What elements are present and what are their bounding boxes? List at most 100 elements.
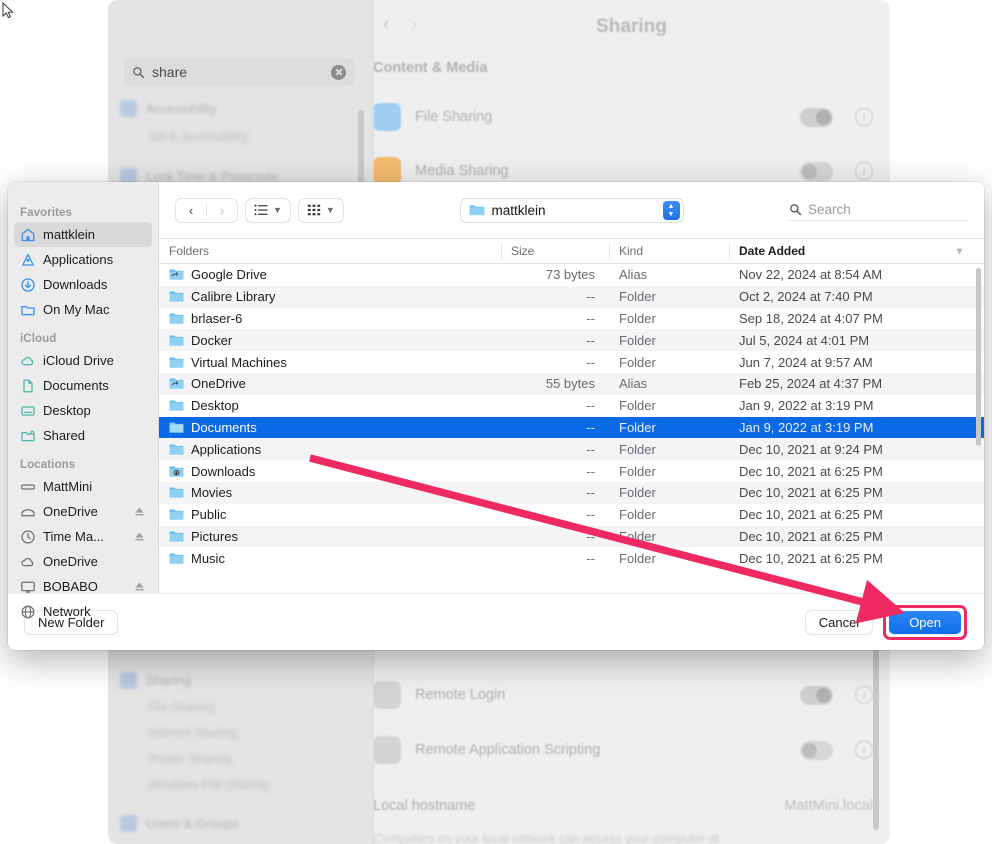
folder-icon <box>169 357 184 368</box>
file-name-cell: Desktop <box>159 398 501 413</box>
drive-icon <box>21 483 35 490</box>
file-name: Documents <box>191 419 257 435</box>
path-stepper-icon[interactable]: ▲ ▼ <box>662 200 680 220</box>
list-view-button[interactable]: ▼ <box>246 198 290 222</box>
settings-sidebar-sub-siri[interactable]: Siri & Accessibility <box>148 130 249 144</box>
remote-login-toggle[interactable] <box>800 685 833 705</box>
table-row[interactable]: OneDrive 55 bytes Alias Feb 25, 2024 at … <box>159 372 984 395</box>
users-groups-icon <box>120 815 137 832</box>
info-icon[interactable]: i <box>855 108 873 126</box>
table-row[interactable]: Calibre Library -- Folder Oct 2, 2024 at… <box>159 285 984 308</box>
table-row[interactable]: Downloads -- Folder Dec 10, 2021 at 6:25… <box>159 460 984 482</box>
path-popup-button[interactable]: mattklein ▲ ▼ <box>460 198 683 222</box>
table-row[interactable]: Virtual Machines -- Folder Jun 7, 2024 a… <box>159 351 984 373</box>
table-row[interactable]: Public -- Folder Dec 10, 2021 at 6:25 PM <box>159 504 984 526</box>
eject-icon[interactable] <box>133 505 146 518</box>
cancel-button[interactable]: Cancel <box>805 610 873 634</box>
media-sharing-toggle[interactable] <box>800 161 833 181</box>
settings-sidebar-item-users-groups[interactable]: Users & Groups <box>120 815 238 832</box>
file-name-cell: brlaser-6 <box>159 311 501 326</box>
back-button[interactable]: ‹ <box>176 199 206 222</box>
settings-sidebar-sub-internet-sharing[interactable]: Internet Sharing <box>148 726 237 740</box>
sidebar-item-time-machine[interactable]: Time Ma... <box>14 524 152 549</box>
eject-icon[interactable] <box>133 530 146 543</box>
cloud-icon <box>21 557 34 566</box>
sidebar-item-on-my-mac[interactable]: On My Mac <box>14 297 152 322</box>
navigation-segmented-control[interactable]: ‹ › <box>176 198 237 222</box>
table-row[interactable]: Desktop -- Folder Jan 9, 2022 at 3:19 PM <box>159 395 984 417</box>
table-row[interactable]: Pictures -- Folder Dec 10, 2021 at 6:25 … <box>159 525 984 548</box>
folder-icon <box>169 291 184 302</box>
sidebar-item-icloud-drive[interactable]: iCloud Drive <box>14 348 152 373</box>
table-row[interactable]: brlaser-6 -- Folder Sep 18, 2024 at 4:07… <box>159 308 984 330</box>
settings-section-heading: Content & Media <box>373 60 488 76</box>
file-size-cell: -- <box>586 550 595 566</box>
table-row[interactable]: Music -- Folder Dec 10, 2021 at 6:25 PM <box>159 547 984 569</box>
settings-row-label: Media Sharing <box>415 163 509 179</box>
folder-icon <box>169 400 184 411</box>
list-view-icon <box>254 204 268 216</box>
clear-search-icon[interactable] <box>331 64 346 80</box>
settings-search-value: share <box>152 64 188 80</box>
remote-app-scripting-toggle[interactable] <box>800 740 833 760</box>
folder-icon <box>169 553 184 564</box>
file-list[interactable]: Google Drive 73 bytes Alias Nov 22, 2024… <box>159 264 984 593</box>
settings-content-scrollbar[interactable] <box>873 620 879 830</box>
sidebar-item-onedrive-cloud[interactable]: OneDrive <box>14 549 152 574</box>
folder-icon <box>169 444 184 455</box>
column-header-date-added[interactable]: Date Added ▾ <box>729 239 984 263</box>
sidebar-item-label: Desktop <box>43 403 91 418</box>
folder-icon <box>169 531 184 542</box>
eject-icon[interactable] <box>133 580 146 593</box>
settings-local-hostname-row[interactable]: Local hostname MattMini.local <box>373 798 873 814</box>
file-name-cell: Pictures <box>159 529 501 544</box>
file-name: Public <box>191 507 227 523</box>
file-sharing-toggle[interactable] <box>800 107 833 127</box>
sidebar-group-favorites: Favorites <box>20 207 73 219</box>
info-icon[interactable]: i <box>855 162 873 180</box>
info-icon[interactable]: i <box>855 686 873 704</box>
sidebar-item-desktop[interactable]: Desktop <box>14 398 152 423</box>
forward-button[interactable]: › <box>207 199 237 222</box>
settings-sidebar-sub-file-sharing[interactable]: File Sharing <box>148 700 215 714</box>
settings-sidebar-sub-windows-file-sharing[interactable]: Windows File Sharing <box>148 778 269 792</box>
sidebar-item-label: MattMini <box>43 479 93 494</box>
settings-row-remote-app-scripting[interactable]: Remote Application Scripting i <box>373 727 873 773</box>
settings-search-field[interactable]: share <box>124 58 354 86</box>
info-icon[interactable]: i <box>855 741 873 759</box>
settings-sidebar-sublabel: Printer Sharing <box>148 752 232 766</box>
sidebar-item-documents[interactable]: Documents <box>14 373 152 398</box>
table-row-selected[interactable]: Documents -- Folder Jan 9, 2022 at 3:19 … <box>159 416 984 439</box>
file-size-cell: 55 bytes <box>545 376 595 392</box>
sidebar-item-network[interactable]: Network <box>14 599 152 624</box>
sidebar-item-applications[interactable]: Applications <box>14 247 152 272</box>
sidebar-item-shared[interactable]: Shared <box>14 423 152 448</box>
settings-sidebar-label: Users & Groups <box>146 816 239 831</box>
open-button[interactable]: Open <box>889 610 961 634</box>
settings-row-remote-login[interactable]: Remote Login i <box>373 672 873 718</box>
column-header-folders[interactable]: Folders <box>159 239 501 263</box>
column-header-size[interactable]: Size <box>501 239 609 263</box>
icon-view-button[interactable]: ▼ <box>298 198 343 222</box>
table-row[interactable]: Applications -- Folder Dec 10, 2021 at 9… <box>159 438 984 461</box>
sidebar-item-mattmini[interactable]: MattMini <box>14 474 152 499</box>
file-name: Calibre Library <box>191 289 276 305</box>
settings-row-file-sharing[interactable]: File Sharing i <box>373 94 873 140</box>
table-row[interactable]: Docker -- Folder Jul 5, 2024 at 4:01 PM <box>159 329 984 352</box>
sidebar-item-label: OneDrive <box>43 504 98 519</box>
sidebar-item-downloads[interactable]: Downloads <box>14 272 152 297</box>
settings-sidebar-item-accessibility[interactable]: Accessibility <box>120 100 217 117</box>
table-row[interactable]: Movies -- Folder Dec 10, 2021 at 6:25 PM <box>159 481 984 504</box>
settings-sidebar-label: Accessibility <box>146 101 217 116</box>
sidebar-item-bobabo[interactable]: BOBABO <box>14 574 152 599</box>
sidebar-item-onedrive-disk[interactable]: OneDrive <box>14 499 152 524</box>
sidebar-item-mattklein[interactable]: mattklein <box>14 222 152 247</box>
remote-login-icon <box>373 681 401 709</box>
file-date-cell: Jan 9, 2022 at 3:19 PM <box>739 419 874 435</box>
file-list-scrollbar[interactable] <box>976 268 981 446</box>
column-header-kind[interactable]: Kind <box>609 239 729 263</box>
dialog-search-field[interactable]: Search <box>789 199 967 221</box>
settings-sidebar-item-sharing[interactable]: Sharing <box>120 672 191 689</box>
table-row[interactable]: Google Drive 73 bytes Alias Nov 22, 2024… <box>159 264 984 286</box>
settings-sidebar-sub-printer-sharing[interactable]: Printer Sharing <box>148 752 231 766</box>
